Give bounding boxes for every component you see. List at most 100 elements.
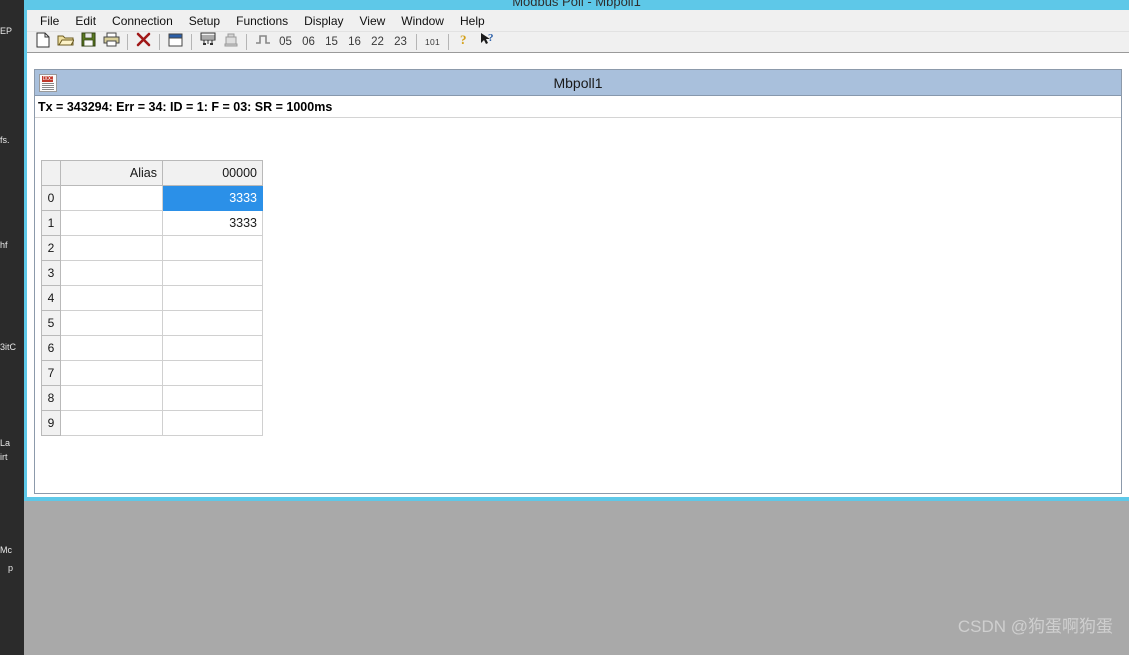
column-header-address[interactable]: 00000 — [162, 160, 263, 186]
context-help-button[interactable]: ? — [476, 32, 499, 52]
toolbar-separator — [127, 34, 128, 50]
row-index: 5 — [41, 310, 61, 336]
cell-alias[interactable] — [60, 410, 163, 436]
toolbar-separator — [191, 34, 192, 50]
desktop-item[interactable]: hf — [0, 240, 24, 251]
table-row[interactable]: 0 3333 — [41, 185, 263, 211]
disconnect-button[interactable] — [132, 32, 155, 52]
cell-value[interactable] — [162, 235, 263, 261]
desktop-item-label: EP — [0, 26, 13, 36]
desktop-item-label: 3itC — [0, 342, 17, 352]
desktop-item[interactable]: EP — [0, 26, 24, 37]
desktop-item-label: Mc — [0, 545, 12, 555]
svg-text:?: ? — [460, 32, 467, 47]
grid-corner-header — [41, 160, 61, 186]
about-button[interactable]: ? — [453, 32, 476, 52]
table-row[interactable]: 9 — [41, 410, 263, 436]
row-index: 7 — [41, 360, 61, 386]
desktop-item[interactable]: 3itC — [0, 342, 24, 353]
pulse-signal-button[interactable] — [251, 33, 274, 52]
function-code-05-button[interactable]: 05 — [274, 33, 297, 52]
menu-help[interactable]: Help — [452, 12, 493, 30]
cell-alias[interactable] — [60, 310, 163, 336]
cell-value[interactable] — [162, 410, 263, 436]
disconnect-red-x-icon — [136, 32, 151, 52]
cell-value[interactable] — [162, 260, 263, 286]
function-code-06-button[interactable]: 06 — [297, 33, 320, 52]
desktop-item[interactable]: La — [0, 438, 24, 449]
mdi-client-area: DOC Mbpoll1 Tx = 343294: Err = 34: ID = … — [27, 53, 1129, 497]
function-code-22-button[interactable]: 22 — [366, 33, 389, 52]
function-code-16-label: 16 — [348, 36, 361, 48]
register-data-grid[interactable]: Alias 00000 0 3333 1 3333 2 3 4 5 6 7 8 … — [41, 160, 263, 436]
cell-alias[interactable] — [60, 335, 163, 361]
open-file-button[interactable] — [54, 33, 77, 52]
child-window-titlebar[interactable]: DOC Mbpoll1 — [35, 70, 1121, 96]
function-code-15-label: 15 — [325, 36, 338, 48]
menu-connection[interactable]: Connection — [104, 12, 181, 30]
cell-alias[interactable] — [60, 260, 163, 286]
table-row[interactable]: 3 — [41, 260, 263, 286]
table-row[interactable]: 6 — [41, 335, 263, 361]
print-button[interactable] — [100, 32, 123, 52]
poll-definition-button[interactable] — [219, 33, 242, 52]
new-document-button[interactable] — [31, 32, 54, 53]
save-button[interactable] — [77, 32, 100, 52]
cell-value-selected[interactable]: 3333 — [162, 185, 263, 211]
status-separator — [35, 117, 1121, 118]
row-index: 1 — [41, 210, 61, 236]
binary-display-button[interactable]: 101 — [421, 33, 444, 52]
document-icon[interactable]: DOC — [39, 73, 57, 92]
column-header-alias[interactable]: Alias — [60, 160, 163, 186]
app-title: Modbus Poll - Mbpoll1 — [512, 0, 641, 9]
desktop-item-label: hf — [0, 240, 8, 250]
table-row[interactable]: 1 3333 — [41, 210, 263, 236]
cell-value[interactable] — [162, 335, 263, 361]
table-row[interactable]: 8 — [41, 385, 263, 411]
cell-alias[interactable] — [60, 185, 163, 211]
desktop-item-label: irt — [0, 452, 8, 462]
save-floppy-icon — [81, 32, 96, 52]
menu-file[interactable]: File — [32, 12, 67, 30]
read-write-definition-button[interactable] — [196, 32, 219, 52]
cell-value[interactable] — [162, 360, 263, 386]
desktop-item[interactable]: p — [0, 563, 24, 574]
table-row[interactable]: 7 — [41, 360, 263, 386]
menu-edit[interactable]: Edit — [67, 12, 104, 30]
desktop-item[interactable]: fs. — [0, 135, 24, 146]
menu-setup[interactable]: Setup — [181, 12, 228, 30]
table-row[interactable]: 4 — [41, 285, 263, 311]
binary-display-label: 101 — [424, 37, 441, 47]
function-code-16-button[interactable]: 16 — [343, 33, 366, 52]
function-code-15-button[interactable]: 15 — [320, 33, 343, 52]
desktop-item[interactable]: irt — [0, 452, 24, 463]
cell-value[interactable] — [162, 285, 263, 311]
desktop-item[interactable]: Mc — [0, 545, 24, 556]
print-icon — [103, 32, 120, 52]
menu-display[interactable]: Display — [296, 12, 351, 30]
new-document-icon — [36, 32, 50, 53]
function-code-23-button[interactable]: 23 — [389, 33, 412, 52]
menu-functions[interactable]: Functions — [228, 12, 296, 30]
menu-view[interactable]: View — [352, 12, 394, 30]
cell-value[interactable] — [162, 310, 263, 336]
row-index: 0 — [41, 185, 61, 211]
cell-alias[interactable] — [60, 235, 163, 261]
question-mark-icon: ? — [458, 32, 471, 52]
cell-value[interactable]: 3333 — [162, 210, 263, 236]
open-folder-icon — [57, 32, 75, 52]
table-row[interactable]: 5 — [41, 310, 263, 336]
cell-alias[interactable] — [60, 385, 163, 411]
cell-alias[interactable] — [60, 285, 163, 311]
function-code-06-label: 06 — [302, 36, 315, 48]
table-row[interactable]: 2 — [41, 235, 263, 261]
poll-status-line: Tx = 343294: Err = 34: ID = 1: F = 03: S… — [35, 97, 1121, 117]
main-window-titlebar[interactable]: Modbus Poll - Mbpoll1 — [24, 0, 1129, 10]
cell-alias[interactable] — [60, 210, 163, 236]
row-index: 9 — [41, 410, 61, 436]
cell-alias[interactable] — [60, 360, 163, 386]
menu-window[interactable]: Window — [393, 12, 452, 30]
window-properties-button[interactable] — [164, 33, 187, 52]
window-properties-icon — [168, 33, 183, 52]
cell-value[interactable] — [162, 385, 263, 411]
